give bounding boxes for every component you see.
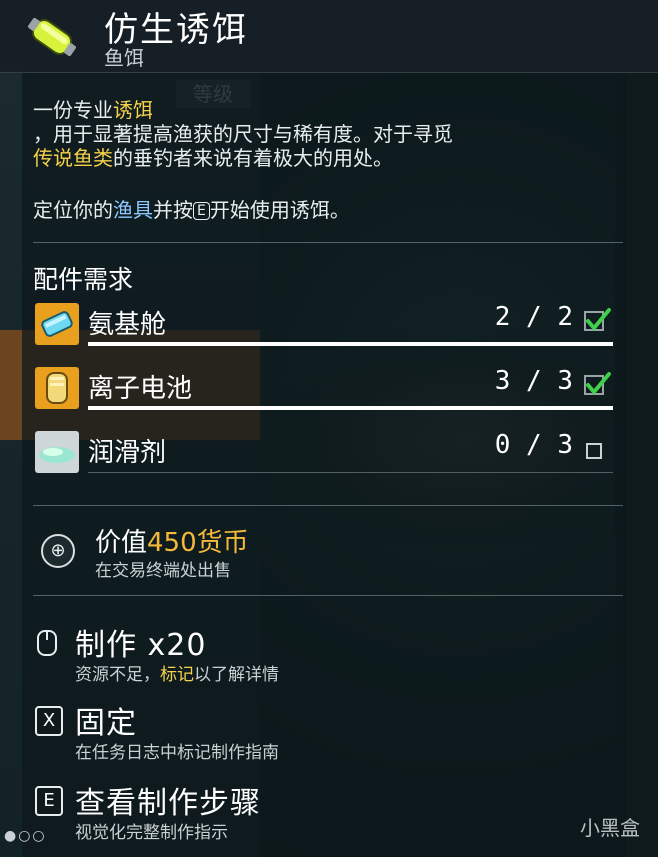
requirement-row-amino-chamber[interactable]: 氨基舱 2 / 2 bbox=[33, 300, 613, 348]
requirement-name: 离子电池 bbox=[88, 374, 193, 404]
currency-icon: ⊕ bbox=[41, 534, 75, 568]
ion-battery-icon bbox=[35, 367, 79, 409]
divider bbox=[33, 505, 623, 506]
page-dots-icon: ●○○ bbox=[4, 828, 47, 844]
item-category: 鱼饵 bbox=[104, 46, 144, 70]
amino-chamber-icon bbox=[35, 303, 79, 345]
key-e-icon: E bbox=[35, 786, 63, 816]
watermark: 小黑盒 bbox=[580, 816, 640, 840]
pin-button[interactable]: X 固定 在任务日志中标记制作指南 bbox=[33, 698, 593, 763]
desc-highlight-legendary-fish: 传说鱼类 bbox=[33, 146, 113, 170]
requirement-row-lubricant[interactable]: 润滑剂 0 / 3 bbox=[33, 428, 613, 476]
check-icon bbox=[584, 372, 611, 396]
desc-highlight-gear: 渔具 bbox=[113, 198, 153, 222]
requirement-row-ion-battery[interactable]: 离子电池 3 / 3 bbox=[33, 364, 613, 412]
battery-bait-icon bbox=[28, 17, 76, 57]
sell-value-hint: 在交易终端处出售 bbox=[95, 561, 231, 581]
requirement-progress-bar bbox=[88, 406, 613, 410]
item-description: 一份专业诱饵 ，用于显著提高渔获的尺寸与稀有度。对于寻觅 传说鱼类的垂钓者来说有… bbox=[33, 98, 593, 170]
view-steps-button[interactable]: E 查看制作步骤 视觉化完整制作指示 bbox=[33, 778, 593, 843]
pin-hint: 在任务日志中标记制作指南 bbox=[75, 743, 279, 763]
item-header: 仿生诱饵 鱼饵 bbox=[0, 0, 658, 73]
key-x-icon: X bbox=[35, 706, 63, 736]
pin-label: 固定 bbox=[75, 706, 137, 741]
craft-hint-mark: 标记 bbox=[160, 665, 194, 685]
view-steps-label: 查看制作步骤 bbox=[75, 786, 261, 821]
unchecked-box-icon bbox=[586, 443, 602, 459]
sell-value-row: ⊕ 价值450货币 在交易终端处出售 bbox=[33, 518, 593, 581]
requirement-count: 0 / 3 bbox=[494, 430, 573, 460]
desc-highlight-bait: 诱饵 bbox=[113, 98, 153, 122]
requirement-name: 氨基舱 bbox=[88, 310, 167, 340]
requirement-count: 2 / 2 bbox=[494, 302, 573, 332]
divider bbox=[33, 595, 623, 596]
check-icon bbox=[584, 308, 611, 332]
desc-text: 一份专业 bbox=[33, 98, 113, 122]
desc-text: 的垂钓者来说有着极大的用处。 bbox=[113, 146, 393, 170]
requirement-count: 3 / 3 bbox=[494, 366, 573, 396]
mouse-icon bbox=[37, 630, 57, 656]
divider bbox=[33, 242, 623, 243]
usage-hint: 定位你的渔具并按 E 开始使用诱饵。 bbox=[33, 198, 350, 222]
view-steps-hint: 视觉化完整制作指示 bbox=[75, 823, 228, 843]
requirement-progress-bar bbox=[88, 472, 613, 473]
craft-button[interactable]: 制作 x20 资源不足，标记以了解详情 bbox=[33, 620, 593, 685]
sell-value-amount: 450货币 bbox=[147, 528, 249, 558]
craft-label: 制作 x20 bbox=[75, 628, 207, 663]
requirements-label: 配件需求 bbox=[33, 265, 134, 294]
requirement-name: 润滑剂 bbox=[88, 438, 167, 468]
sell-value: 价值450货币 bbox=[95, 528, 249, 558]
lubricant-icon bbox=[35, 431, 79, 473]
craft-hint: 资源不足，标记以了解详情 bbox=[75, 665, 279, 685]
requirement-progress-bar bbox=[88, 342, 613, 346]
desc-text: ，用于显著提高渔获的尺寸与稀有度。对于寻觅 bbox=[33, 122, 453, 146]
key-e-icon: E bbox=[193, 202, 210, 220]
